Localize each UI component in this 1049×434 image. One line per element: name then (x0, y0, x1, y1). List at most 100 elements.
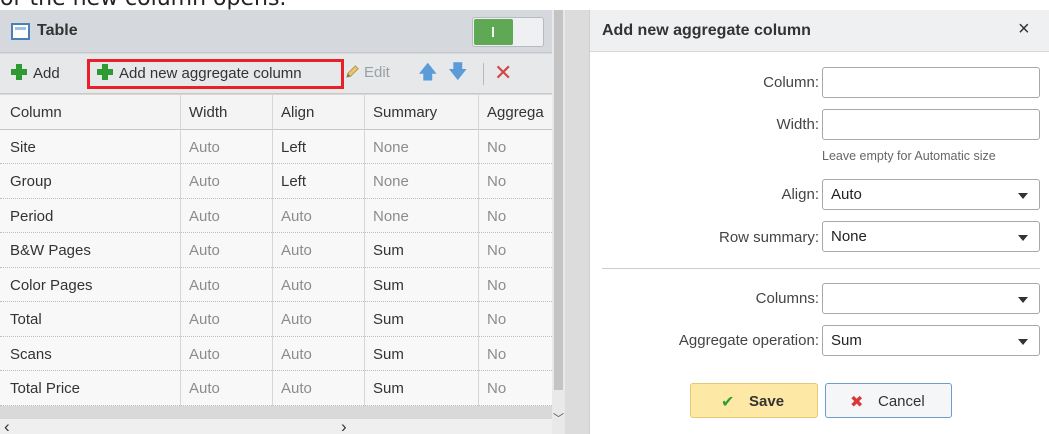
columns-select[interactable] (822, 283, 1040, 314)
table-row[interactable]: Period Auto Auto None No (0, 198, 552, 233)
table-row[interactable]: Site Auto Left None No (0, 129, 552, 164)
cell-width: Auto (189, 173, 220, 190)
horizontal-scrollbar[interactable]: ‹ › (0, 417, 552, 434)
aggregate-operation-value: Sum (831, 332, 862, 349)
header-aggregate[interactable]: Aggrega (487, 104, 544, 121)
vertical-scrollbar[interactable]: ﹀ (552, 10, 565, 434)
close-icon[interactable]: × (1018, 18, 1030, 41)
width-hint: Leave empty for Automatic size (822, 149, 996, 163)
cell-align: Auto (281, 207, 312, 225)
cell-width: Auto (189, 380, 220, 397)
cell-column: Scans (10, 345, 52, 363)
cell-aggregate: No (487, 242, 507, 259)
edit-button-label: Edit (364, 64, 390, 81)
table-row[interactable]: Total Auto Auto Sum No (0, 302, 552, 337)
header-column[interactable]: Column (10, 104, 62, 121)
cell-aggregate: No (487, 311, 507, 328)
column-divider (180, 95, 181, 406)
cell-summary: Sum (373, 380, 404, 397)
align-label: Align: (781, 186, 819, 203)
column-field[interactable] (822, 67, 1040, 98)
cell-aggregate: No (487, 173, 507, 190)
cell-width: Auto (189, 276, 220, 294)
cell-column: B&W Pages (10, 242, 91, 259)
cell-align: Left (281, 173, 307, 190)
vertical-scrollbar-thumb[interactable] (554, 10, 563, 390)
cell-summary: None (373, 138, 409, 156)
header-summary[interactable]: Summary (373, 104, 437, 121)
row-summary-label: Row summary: (718, 229, 819, 246)
header-width[interactable]: Width (189, 104, 227, 121)
grid-header-row: Column Width Align Summary Aggrega (0, 95, 552, 130)
cell-summary: None (373, 173, 409, 190)
cell-width: Auto (189, 138, 220, 156)
column-label: Column: (763, 74, 819, 91)
column-divider (364, 95, 365, 406)
cell-summary: Sum (373, 345, 404, 363)
columns-grid: Column Width Align Summary Aggrega Site … (0, 95, 552, 406)
cell-column: Total (10, 311, 42, 328)
table-row[interactable]: Scans Auto Auto Sum No (0, 336, 552, 371)
scroll-left-icon[interactable]: ‹ (4, 417, 10, 434)
save-button-label: Save (749, 393, 785, 410)
dialog-divider (602, 268, 1040, 269)
add-button-label: Add (33, 65, 60, 82)
cell-align: Auto (281, 242, 312, 259)
cancel-button[interactable]: ✖ Cancel (825, 383, 952, 418)
aggregate-operation-select[interactable]: Sum (822, 325, 1040, 356)
dialog-title: Add new aggregate column (602, 22, 811, 39)
caption-text: or the new column opens. (0, 0, 286, 11)
aggregate-operation-label: Aggregate operation: (678, 332, 819, 349)
header-align[interactable]: Align (281, 104, 314, 121)
width-field[interactable] (822, 109, 1040, 140)
cell-column: Total Price (10, 380, 81, 397)
cell-column: Color Pages (10, 276, 93, 294)
panel-gutter (565, 10, 589, 434)
table-panel-header: Table (0, 10, 552, 53)
edit-button[interactable]: Edit (345, 64, 390, 81)
table-row[interactable]: Total Price Auto Auto Sum No (0, 371, 552, 406)
move-down-icon[interactable]: 🡇 (448, 63, 468, 83)
checkmark-icon: ✔ (721, 394, 735, 411)
table-row[interactable]: Color Pages Auto Auto Sum No (0, 267, 552, 302)
row-summary-select[interactable]: None (822, 221, 1040, 252)
cell-align: Auto (281, 380, 312, 397)
table-icon (11, 23, 30, 40)
cell-width: Auto (189, 311, 220, 328)
toolbar-separator (483, 63, 484, 85)
column-divider (272, 95, 273, 406)
save-button[interactable]: ✔ Save (690, 383, 818, 418)
cell-width: Auto (189, 345, 220, 363)
cell-summary: None (373, 207, 409, 225)
pencil-icon (346, 65, 359, 78)
cancel-x-icon: ✖ (850, 394, 864, 411)
cell-aggregate: No (487, 276, 507, 294)
cell-align: Auto (281, 276, 312, 294)
add-button[interactable]: Add (11, 64, 60, 82)
table-row[interactable]: B&W Pages Auto Auto Sum No (0, 233, 552, 268)
cell-aggregate: No (487, 345, 507, 363)
cell-aggregate: No (487, 207, 507, 225)
add-aggregate-column-dialog: Add new aggregate column × Column: Width… (589, 10, 1049, 434)
table-row[interactable]: Group Auto Left None No (0, 164, 552, 199)
cell-align: Auto (281, 345, 312, 363)
add-aggregate-column-button[interactable]: Add new aggregate column (97, 64, 302, 82)
cell-summary: Sum (373, 311, 404, 328)
align-select[interactable]: Auto (822, 179, 1040, 210)
cell-column: Group (10, 173, 52, 190)
cell-width: Auto (189, 207, 220, 225)
view-toggle[interactable] (472, 17, 544, 47)
columns-label: Columns: (755, 290, 819, 307)
delete-icon[interactable]: ✕ (494, 60, 512, 86)
cell-summary: Sum (373, 242, 404, 259)
cell-column: Site (10, 138, 36, 156)
toggle-on-indicator (474, 19, 513, 45)
scroll-right-icon[interactable]: › (341, 417, 347, 434)
chevron-down-icon (1018, 339, 1028, 345)
scroll-down-icon[interactable]: ﹀ (552, 410, 565, 425)
move-up-icon[interactable]: 🡅 (418, 63, 438, 83)
chevron-down-icon (1018, 193, 1028, 199)
plus-icon (97, 64, 113, 80)
chevron-down-icon (1018, 235, 1028, 241)
table-toolbar: Add Add new aggregate column Edit 🡅 🡇 ✕ (0, 54, 552, 94)
